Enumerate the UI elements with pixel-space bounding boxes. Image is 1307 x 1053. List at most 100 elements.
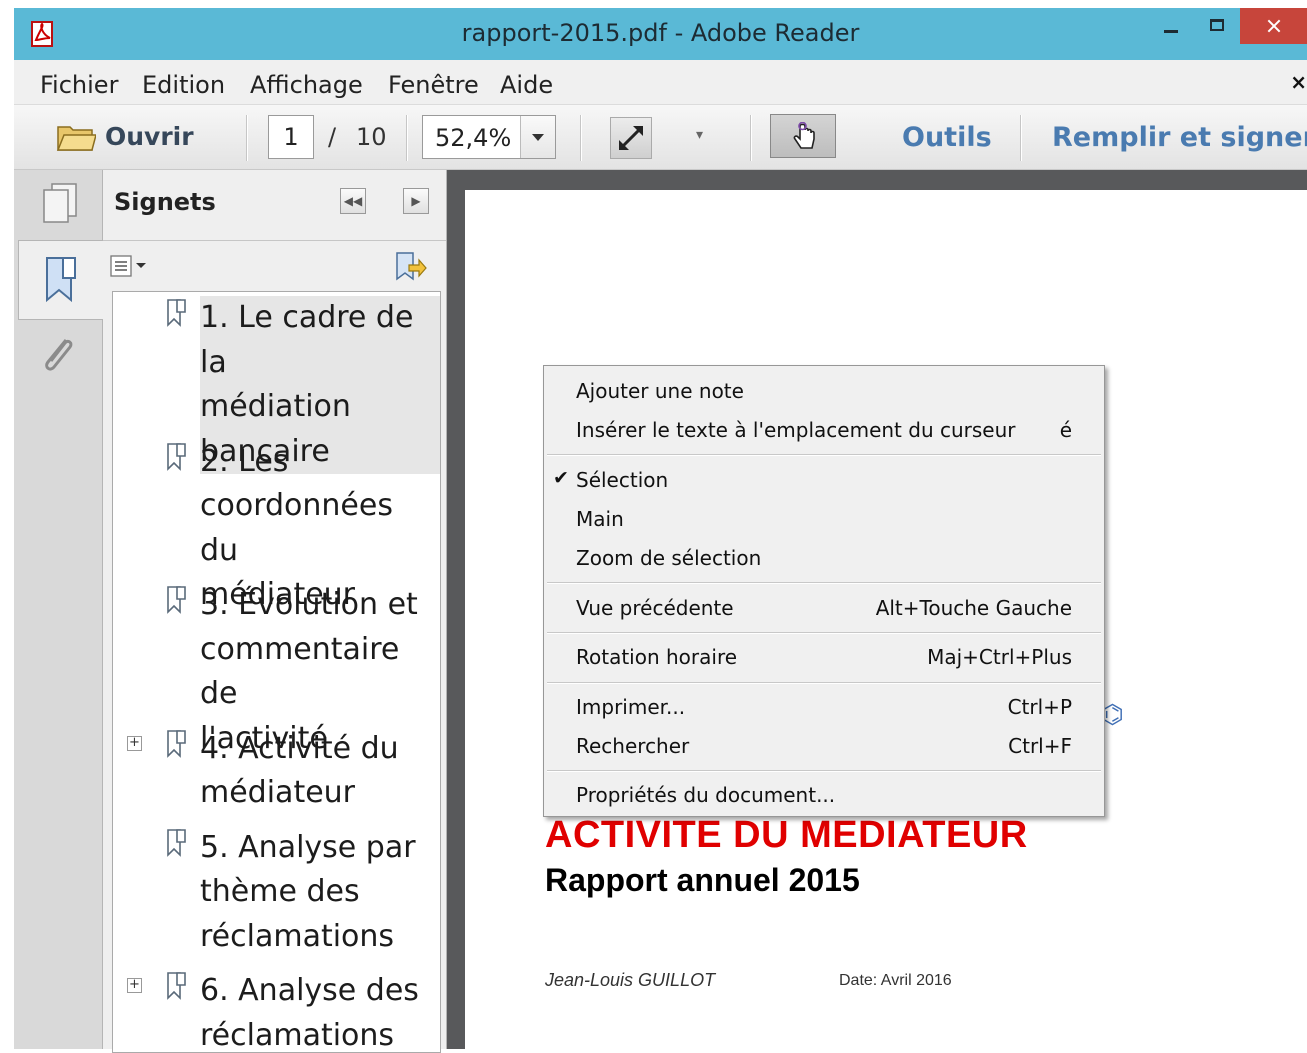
bookmark-label-line: 2. Les <box>200 440 440 485</box>
bookmark-item[interactable]: 3. Évolution etcommentaire del'activité <box>113 583 440 717</box>
bookmark-icon <box>41 254 81 304</box>
menu-item-properties[interactable]: Propriétés du document... <box>544 776 1104 812</box>
toolbar: Ouvrir 1 / 10 52,4% ▾ Outils R <box>14 105 1307 170</box>
menu-separator <box>547 770 1101 772</box>
bookmark-item[interactable]: 1. Le cadre de lamédiationbancaire <box>113 296 440 430</box>
bookmarks-title: Signets <box>114 188 216 216</box>
toolbar-separator <box>1020 115 1022 161</box>
bookmark-label: 6. Analyse desréclamations <box>200 969 440 1053</box>
bookmark-options-button[interactable] <box>109 253 157 279</box>
bookmark-label: 4. Activité dumédiateur <box>200 727 440 816</box>
bookmark-label-line: 1. Le cadre de la <box>200 296 440 385</box>
menu-item-add-note[interactable]: Ajouter une note <box>544 372 1104 408</box>
page-total: 10 <box>356 123 387 151</box>
bookmark-icon <box>165 585 187 615</box>
menu-item-selection[interactable]: ✔ Sélection <box>544 461 1104 497</box>
zoom-select[interactable]: 52,4% <box>422 115 556 159</box>
hand-icon <box>790 122 818 152</box>
toolbar-more-icon[interactable]: ▾ <box>696 127 703 143</box>
context-menu: Ajouter une note Insérer le texte à l'em… <box>543 365 1105 817</box>
menu-edition[interactable]: Edition <box>142 71 225 99</box>
bookmark-icon <box>165 298 187 328</box>
menu-item-print[interactable]: Imprimer... Ctrl+P <box>544 688 1104 724</box>
expand-plus-icon[interactable]: + <box>127 736 142 751</box>
page-number-input[interactable]: 1 <box>268 115 314 159</box>
zoom-value: 52,4% <box>435 124 511 152</box>
toolbar-separator <box>750 115 752 161</box>
document-subheading: Rapport annuel 2015 <box>545 862 860 899</box>
bookmark-item[interactable]: +4. Activité dumédiateur <box>113 727 440 816</box>
bookmark-label-line: médiation <box>200 385 440 430</box>
bookmark-item[interactable]: 2. Lescoordonnées dumédiateur <box>113 440 440 574</box>
menu-fichier[interactable]: Fichier <box>40 71 118 99</box>
menu-item-zoom-selection[interactable]: Zoom de sélection <box>544 539 1104 575</box>
bookmark-icon <box>165 971 187 1001</box>
menu-bar: Fichier Edition Affichage Fenêtre Aide × <box>14 60 1307 105</box>
bookmark-label-line: 3. Évolution et <box>200 583 440 628</box>
document-close-icon[interactable]: × <box>1290 70 1307 94</box>
menu-item-search[interactable]: Rechercher Ctrl+F <box>544 727 1104 763</box>
bookmark-label-line: réclamations <box>200 915 440 960</box>
collapse-panel-button[interactable]: ◀◀ <box>340 188 366 214</box>
checkmark-icon: ✔ <box>553 467 569 489</box>
bookmark-label-line: médiateur <box>200 771 440 816</box>
chevron-right-icon: ▶ <box>411 194 420 208</box>
expand-panel-button[interactable]: ▶ <box>403 188 429 214</box>
chevron-down-icon[interactable] <box>520 116 555 158</box>
bookmark-label-line: thème des <box>200 870 440 915</box>
bookmarks-tools <box>103 241 446 291</box>
double-chevron-left-icon: ◀◀ <box>344 194 362 208</box>
bookmark-label-line: coordonnées du <box>200 484 440 573</box>
new-bookmark-button[interactable] <box>393 251 427 283</box>
menu-item-previous-view[interactable]: Vue précédente Alt+Touche Gauche <box>544 589 1104 625</box>
menu-separator <box>547 582 1101 584</box>
menu-affichage[interactable]: Affichage <box>250 71 363 99</box>
expand-icon <box>611 118 651 158</box>
bookmark-label-line: 6. Analyse des <box>200 969 440 1014</box>
menu-item-insert-text[interactable]: Insérer le texte à l'emplacement du curs… <box>544 411 1104 447</box>
bookmark-item[interactable]: 5. Analyse parthème desréclamations <box>113 826 440 960</box>
bookmark-icon <box>165 442 187 472</box>
bookmarks-header: Signets ◀◀ ▶ <box>103 170 446 241</box>
bookmark-icon <box>165 828 187 858</box>
bookmark-label-line: 4. Activité du <box>200 727 440 772</box>
bookmarks-tab[interactable] <box>18 240 105 320</box>
bookmarks-list: 1. Le cadre de lamédiationbancaire2. Les… <box>112 291 441 1053</box>
document-heading: ACTIVITE DU MEDIATEUR <box>545 814 1028 857</box>
menu-separator <box>547 632 1101 634</box>
minimize-button[interactable] <box>1150 8 1194 44</box>
bookmark-label: 5. Analyse parthème desréclamations <box>200 826 440 960</box>
fullscreen-button[interactable] <box>610 117 652 159</box>
open-label: Ouvrir <box>105 122 194 151</box>
bookmark-item[interactable]: +6. Analyse desréclamations <box>113 969 440 1053</box>
title-bar: rapport-2015.pdf - Adobe Reader <box>14 8 1307 60</box>
menu-fenetre[interactable]: Fenêtre <box>388 71 479 99</box>
toolbar-separator <box>406 115 408 161</box>
toolbar-separator <box>246 115 248 161</box>
hand-tool-button[interactable] <box>770 114 836 158</box>
bookmark-label-line: commentaire de <box>200 628 440 717</box>
document-author: Jean-Louis GUILLOT <box>545 970 715 991</box>
bookmark-label-line: 5. Analyse par <box>200 826 440 871</box>
bookmark-icon <box>165 729 187 759</box>
menu-item-rotate[interactable]: Rotation horaire Maj+Ctrl+Plus <box>544 638 1104 674</box>
folder-icon <box>56 121 96 153</box>
options-list-icon <box>109 253 157 279</box>
tools-button[interactable]: Outils <box>902 122 992 153</box>
bookmark-label-line: réclamations <box>200 1014 440 1053</box>
expand-plus-icon[interactable]: + <box>127 978 142 993</box>
fill-and-sign-button[interactable]: Remplir et signer <box>1052 122 1307 153</box>
pages-icon[interactable] <box>40 182 80 226</box>
maximize-button[interactable] <box>1196 8 1240 44</box>
toolbar-separator <box>580 115 582 161</box>
page-separator: / <box>328 123 336 151</box>
window-title: rapport-2015.pdf - Adobe Reader <box>14 19 1307 47</box>
close-button[interactable] <box>1240 8 1307 44</box>
menu-item-hand[interactable]: Main <box>544 500 1104 536</box>
bookmark-arrow-icon <box>393 251 427 283</box>
menu-aide[interactable]: Aide <box>500 71 553 99</box>
bookmarks-panel: Signets ◀◀ ▶ 1. Le cadre de lamédiationb… <box>103 170 447 1049</box>
attachment-icon[interactable] <box>38 334 78 378</box>
menu-separator <box>547 682 1101 684</box>
menu-separator <box>547 454 1101 456</box>
